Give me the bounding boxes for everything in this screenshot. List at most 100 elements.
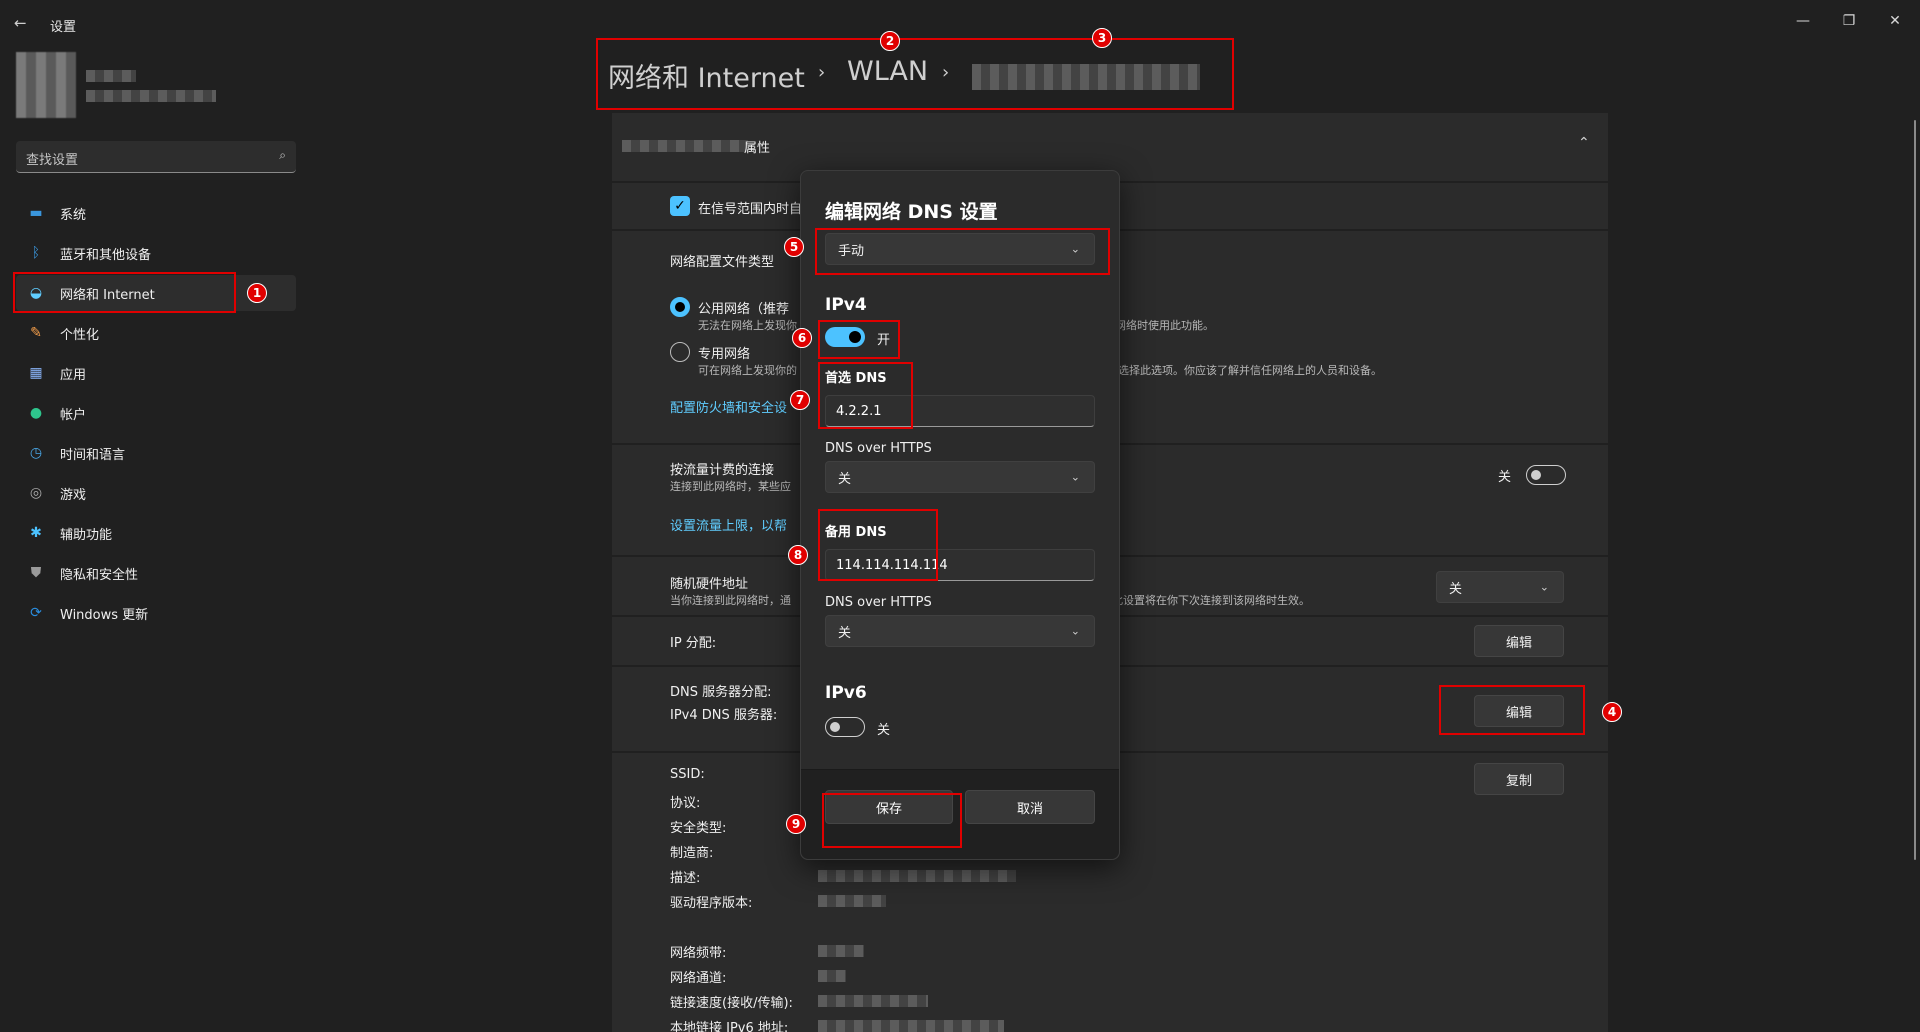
annotation-badge-2: 2 bbox=[880, 31, 900, 51]
firewall-link[interactable]: 配置防火墙和安全设 bbox=[670, 397, 787, 416]
sidebar-item-accessibility[interactable]: ✱ 辅助功能 bbox=[16, 515, 296, 551]
user-email-redacted bbox=[86, 90, 216, 102]
chevron-down-icon: ⌄ bbox=[1539, 580, 1549, 594]
doh-select-2[interactable]: 关 ⌄ bbox=[825, 615, 1095, 647]
ipv4-heading: IPv4 bbox=[825, 295, 867, 315]
doh-label-1: DNS over HTTPS bbox=[825, 441, 932, 456]
chevron-down-icon: ⌄ bbox=[1070, 470, 1080, 484]
doh-value-1: 关 bbox=[838, 471, 852, 487]
doh-select-1[interactable]: 关 ⌄ bbox=[825, 461, 1095, 493]
clock-globe-icon: ◷ bbox=[29, 445, 43, 461]
minimize-icon[interactable]: — bbox=[1780, 6, 1826, 36]
private-label: 专用网络 bbox=[698, 347, 751, 362]
radio-private[interactable] bbox=[670, 342, 690, 362]
sidebar-item-time-language[interactable]: ◷ 时间和语言 bbox=[16, 435, 296, 471]
radio-public[interactable] bbox=[670, 297, 690, 317]
update-icon: ⟳ bbox=[30, 605, 42, 621]
cancel-button[interactable]: 取消 bbox=[965, 790, 1095, 824]
annotation-box-6 bbox=[818, 320, 900, 359]
annotation-badge-6: 6 bbox=[792, 328, 812, 348]
sidebar-item-privacy[interactable]: ⛊ 隐私和安全性 bbox=[16, 555, 296, 591]
private-desc: 可在网络上发现你的 bbox=[698, 364, 797, 377]
metered-toggle[interactable] bbox=[1526, 465, 1566, 485]
annotation-box-1 bbox=[13, 272, 236, 313]
detail-protocol-label: 协议: bbox=[670, 796, 701, 811]
sidebar-item-gaming[interactable]: ◎ 游戏 bbox=[16, 475, 296, 511]
person-icon: ● bbox=[29, 405, 43, 421]
public-desc: 无法在网络上发现你 bbox=[698, 319, 797, 332]
data-limit-link[interactable]: 设置流量上限，以帮 bbox=[670, 515, 787, 534]
sidebar-item-label: 时间和语言 bbox=[60, 447, 126, 463]
chevron-up-icon[interactable]: ⌃ bbox=[1578, 135, 1590, 151]
detail-channel-label: 网络通道: bbox=[670, 971, 727, 986]
close-icon[interactable]: ✕ bbox=[1872, 6, 1918, 36]
metered-label: 按流量计费的连接 bbox=[670, 463, 775, 478]
ip-edit-button[interactable]: 编辑 bbox=[1474, 625, 1564, 657]
sidebar-item-label: Windows 更新 bbox=[60, 607, 149, 623]
ipv6-state: 关 bbox=[877, 723, 891, 738]
sidebar-item-accounts[interactable]: ● 帐户 bbox=[16, 395, 296, 431]
annotation-badge-9: 9 bbox=[786, 814, 806, 834]
sidebar-item-label: 应用 bbox=[60, 367, 87, 383]
metered-desc: 连接到此网络时，某些应 bbox=[670, 480, 791, 493]
sidebar-item-apps[interactable]: ▦ 应用 bbox=[16, 355, 296, 391]
search-input[interactable]: 查找设置 ⌕ bbox=[16, 141, 296, 173]
detail-speed-label: 链接速度(接收/传输): bbox=[670, 996, 793, 1011]
annotation-badge-5: 5 bbox=[784, 237, 804, 257]
ipv4-dns-label: IPv4 DNS 服务器: bbox=[670, 708, 778, 723]
profile-type-label: 网络配置文件类型 bbox=[670, 255, 775, 270]
annotation-box-5 bbox=[815, 228, 1110, 275]
annotation-badge-1: 1 bbox=[247, 283, 267, 303]
detail-ipv6-label: 本地链接 IPv6 地址: bbox=[670, 1021, 789, 1032]
ip-assign-label: IP 分配: bbox=[670, 636, 717, 651]
avatar[interactable] bbox=[16, 52, 76, 118]
description-redacted bbox=[818, 870, 1016, 882]
sidebar-item-label: 游戏 bbox=[60, 487, 87, 503]
annotation-badge-4: 4 bbox=[1602, 702, 1622, 722]
chevron-down-icon: ⌄ bbox=[1070, 624, 1080, 638]
auto-connect-label: 在信号范围内时自 bbox=[698, 202, 803, 217]
user-name-redacted bbox=[86, 70, 136, 82]
shield-icon: ⛊ bbox=[30, 565, 42, 581]
public-label: 公用网络（推荐 bbox=[698, 302, 790, 317]
dialog-title: 编辑网络 DNS 设置 bbox=[825, 201, 998, 223]
random-hw-value: 关 bbox=[1449, 581, 1463, 597]
private-desc-tail: 选择此选项。你应该了解并信任网络上的人员和设备。 bbox=[1118, 364, 1382, 377]
search-icon: ⌕ bbox=[279, 148, 286, 162]
band-redacted bbox=[818, 945, 864, 957]
sidebar-item-label: 辅助功能 bbox=[60, 527, 113, 543]
random-hw-desc: 当你连接到此网络时，通 bbox=[670, 594, 791, 607]
speed-redacted bbox=[818, 995, 928, 1007]
sidebar-item-label: 蓝牙和其他设备 bbox=[60, 247, 152, 263]
sidebar-item-windows-update[interactable]: ⟳ Windows 更新 bbox=[16, 595, 296, 631]
detail-manufacturer-label: 制造商: bbox=[670, 846, 714, 861]
annotation-box-2-3 bbox=[596, 38, 1234, 110]
back-arrow-icon[interactable]: ← bbox=[14, 14, 34, 34]
doh-value-2: 关 bbox=[838, 625, 852, 641]
copy-button[interactable]: 复制 bbox=[1474, 763, 1564, 795]
sidebar-item-system[interactable]: ▬ 系统 bbox=[16, 195, 296, 231]
accessibility-icon: ✱ bbox=[30, 525, 42, 541]
search-placeholder: 查找设置 bbox=[26, 153, 79, 168]
sidebar-item-bluetooth[interactable]: ᛒ 蓝牙和其他设备 bbox=[16, 235, 296, 271]
annotation-box-8 bbox=[818, 509, 938, 581]
annotation-badge-8: 8 bbox=[788, 545, 808, 565]
sidebar-item-label: 隐私和安全性 bbox=[60, 567, 139, 583]
random-hw-label: 随机硬件地址 bbox=[670, 577, 749, 592]
gamepad-icon: ◎ bbox=[29, 485, 43, 501]
driver-redacted bbox=[818, 895, 886, 907]
detail-band-label: 网络频带: bbox=[670, 946, 727, 961]
apps-icon: ▦ bbox=[29, 365, 43, 381]
scrollbar[interactable] bbox=[1914, 120, 1916, 860]
random-hw-select[interactable]: 关 ⌄ bbox=[1436, 571, 1564, 603]
ipv6-heading: IPv6 bbox=[825, 683, 867, 703]
ssid-redacted bbox=[622, 140, 748, 152]
sidebar-item-personalization[interactable]: ✎ 个性化 bbox=[16, 315, 296, 351]
brush-icon: ✎ bbox=[30, 325, 42, 341]
annotation-box-4 bbox=[1439, 685, 1585, 735]
ipv6-toggle[interactable] bbox=[825, 717, 865, 737]
restore-icon[interactable]: ❐ bbox=[1826, 6, 1872, 36]
annotation-badge-3: 3 bbox=[1092, 28, 1112, 48]
sidebar-item-label: 帐户 bbox=[60, 407, 87, 423]
checkbox-checked-icon[interactable]: ✓ bbox=[670, 196, 690, 216]
